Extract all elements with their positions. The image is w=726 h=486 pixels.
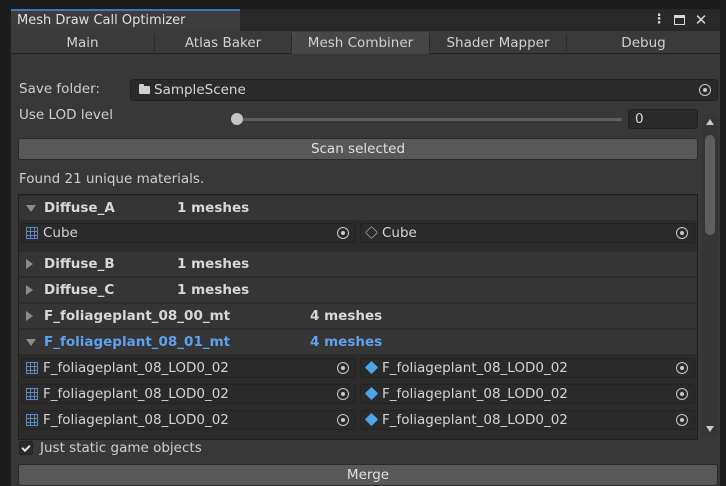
lod-value: 0 [635,111,644,127]
group-row-diffuse-b[interactable]: Diffuse_B 1 meshes [19,252,697,276]
object-picker-icon[interactable] [337,414,349,426]
group-count: 1 meshes [177,282,250,298]
tab-mesh-combiner[interactable]: Mesh Combiner [292,32,429,54]
group-row-diffuse-c[interactable]: Diffuse_C 1 meshes [19,278,697,302]
save-folder-value: SampleScene [154,82,246,98]
object-name: F_foliageplant_08_LOD0_02 [382,360,568,376]
game-object-field[interactable]: F_foliageplant_08_LOD0_02 [360,410,695,430]
prefab-icon [364,412,379,427]
tab-shader-mapper[interactable]: Shader Mapper [430,32,566,54]
mesh-object-field[interactable]: Cube [21,223,356,243]
tab-bar: Main Atlas Baker Mesh Combiner Shader Ma… [11,32,720,54]
scroll-down-icon[interactable] [706,426,714,432]
group-count: 1 meshes [177,256,250,272]
maximize-icon[interactable] [671,9,687,31]
mesh-object-field[interactable]: F_foliageplant_08_LOD0_02 [21,384,356,404]
object-picker-icon[interactable] [337,388,349,400]
found-materials-text: Found 21 unique materials. [19,171,205,187]
scroll-up-icon[interactable] [706,119,714,125]
mesh-object-field[interactable]: F_foliageplant_08_LOD0_02 [21,358,356,378]
group-name: F_foliageplant_08_01_mt [44,334,231,350]
title-bar: Mesh Draw Call Optimizer ⋮ ✕ [11,9,720,31]
list-item: Cube Cube [19,221,697,245]
save-folder-label: Save folder: [19,81,100,97]
cube-icon [364,225,379,240]
group-count: 4 meshes [310,334,383,350]
list-item: F_foliageplant_08_LOD0_02 F_foliageplant… [19,382,697,406]
lod-slider-knob[interactable] [231,113,243,125]
tab-debug[interactable]: Debug [567,32,720,54]
optimizer-window: Mesh Draw Call Optimizer ⋮ ✕ Main Atlas … [9,9,720,486]
object-name: Cube [382,225,417,241]
game-object-field[interactable]: F_foliageplant_08_LOD0_02 [360,358,695,378]
close-icon[interactable]: ✕ [693,9,709,31]
game-object-field[interactable]: F_foliageplant_08_LOD0_02 [360,384,695,404]
object-picker-icon[interactable] [676,414,688,426]
window-title: Mesh Draw Call Optimizer [17,13,186,28]
object-picker-icon[interactable] [676,362,688,374]
group-row-diffuse-a[interactable]: Diffuse_A 1 meshes [19,196,697,220]
group-name: Diffuse_C [44,282,115,298]
mesh-name: F_foliageplant_08_LOD0_02 [43,386,229,402]
lod-value-field[interactable]: 0 [628,109,698,129]
object-picker-icon[interactable] [676,227,688,239]
mesh-icon [26,227,38,239]
mesh-icon [26,362,38,374]
scroll-thumb[interactable] [705,135,715,235]
object-picker-icon[interactable] [337,362,349,374]
window-title-tab[interactable]: Mesh Draw Call Optimizer [11,9,240,31]
group-name: Diffuse_A [44,200,115,216]
static-objects-label: Just static game objects [40,440,202,456]
list-item: F_foliageplant_08_LOD0_02 F_foliageplant… [19,356,697,380]
mesh-name: Cube [43,225,78,241]
game-object-field[interactable]: Cube [360,223,695,243]
group-row-foliage-01[interactable]: F_foliageplant_08_01_mt 4 meshes [19,330,697,354]
static-objects-checkbox[interactable] [19,441,33,455]
mesh-object-field[interactable]: F_foliageplant_08_LOD0_02 [21,410,356,430]
prefab-icon [364,360,379,375]
object-name: F_foliageplant_08_LOD0_02 [382,386,568,402]
expand-arrow-icon[interactable] [26,259,33,269]
folder-icon [139,84,150,94]
expand-arrow-icon[interactable] [26,311,33,321]
group-count: 1 meshes [177,200,250,216]
mesh-icon [26,414,38,426]
group-name: F_foliageplant_08_00_mt [44,308,231,324]
group-count: 4 meshes [310,308,383,324]
group-row-foliage-00[interactable]: F_foliageplant_08_00_mt 4 meshes [19,304,697,328]
save-folder-field[interactable]: SampleScene [130,79,718,101]
expand-arrow-icon[interactable] [26,339,36,346]
mesh-name: F_foliageplant_08_LOD0_02 [43,360,229,376]
checkmark-icon [21,442,31,453]
list-item: F_foliageplant_08_LOD0_02 F_foliageplant… [19,408,697,432]
expand-arrow-icon[interactable] [26,205,36,212]
object-picker-icon[interactable] [337,227,349,239]
merge-button[interactable]: Merge [18,464,718,486]
kebab-menu-icon[interactable]: ⋮ [652,9,666,31]
tab-main[interactable]: Main [11,32,154,54]
materials-list: Diffuse_A 1 meshes Cube Cube Diffuse_B 1… [18,194,698,440]
lod-level-label: Use LOD level [19,107,113,123]
lod-slider-track[interactable] [237,118,622,121]
scan-selected-button[interactable]: Scan selected [18,138,698,160]
vertical-scrollbar[interactable] [702,115,718,437]
expand-arrow-icon[interactable] [26,285,33,295]
object-name: F_foliageplant_08_LOD0_02 [382,412,568,428]
mesh-icon [26,388,38,400]
object-picker-icon[interactable] [699,84,711,96]
tab-atlas-baker[interactable]: Atlas Baker [155,32,291,54]
group-name: Diffuse_B [44,256,115,272]
mesh-name: F_foliageplant_08_LOD0_02 [43,412,229,428]
object-picker-icon[interactable] [676,388,688,400]
prefab-icon [364,386,379,401]
